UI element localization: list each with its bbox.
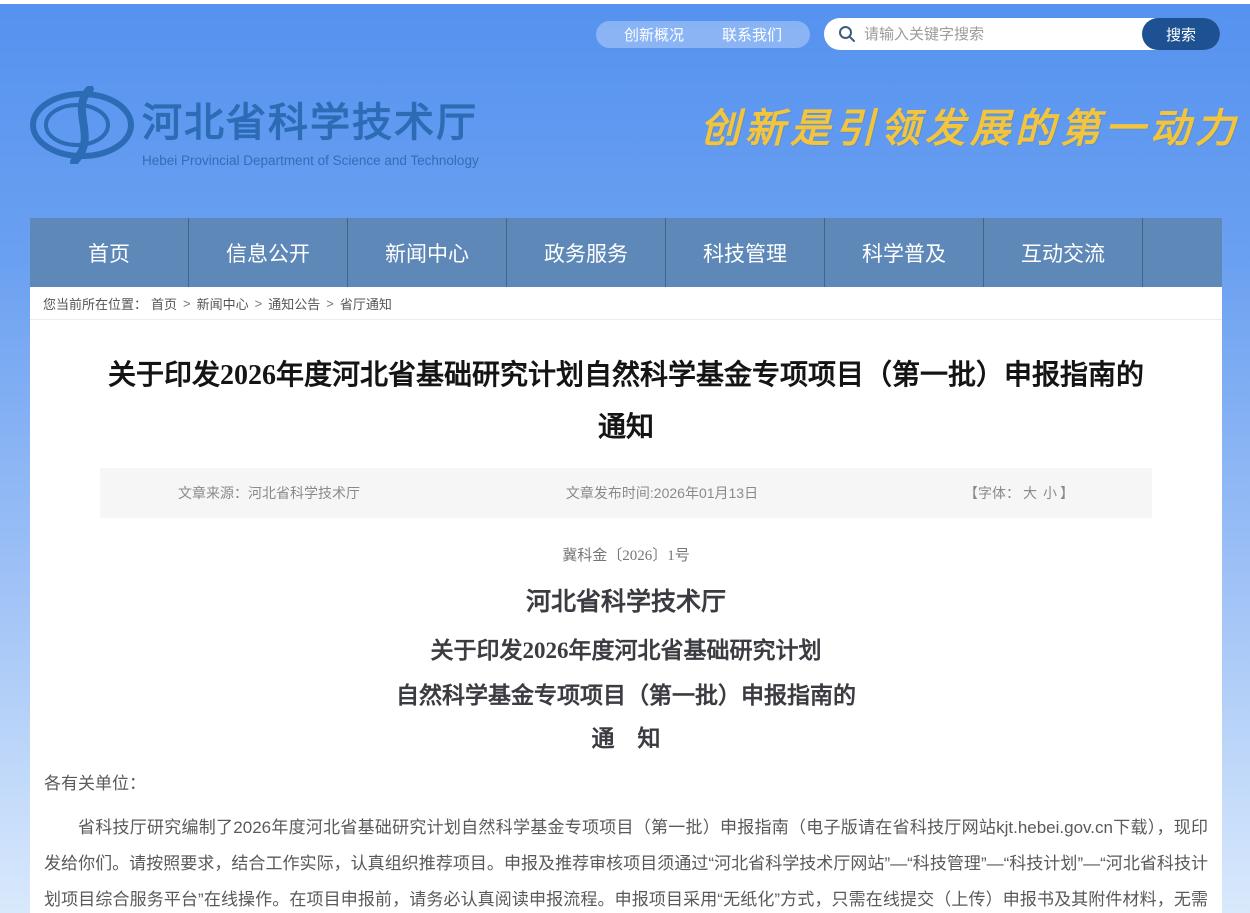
document-heading-line1: 关于印发2026年度河北省基础研究计划 — [44, 635, 1208, 666]
breadcrumb-separator: > — [255, 296, 263, 311]
search-icon — [838, 25, 856, 43]
body-paragraph: 省科技厅研究编制了2026年度河北省基础研究计划自然科学基金专项项目（第一批）申… — [44, 810, 1208, 913]
brand-text: 河北省科学技术厅 Hebei Provincial Department of … — [142, 90, 479, 168]
nav-item-scitech-management[interactable]: 科技管理 — [666, 218, 825, 287]
link-innovation-overview[interactable]: 创新概况 — [624, 24, 684, 45]
main-nav: 首页 信息公开 新闻中心 政务服务 科技管理 科学普及 互动交流 — [30, 218, 1222, 287]
breadcrumb-separator: > — [326, 296, 334, 311]
font-size-label-open: 【字体： — [964, 485, 1020, 501]
article-title: 关于印发2026年度河北省基础研究计划自然科学基金专项项目（第一批）申报指南的 … — [44, 350, 1208, 454]
document-number: 冀科金〔2026〕1号 — [44, 544, 1208, 565]
search-button[interactable]: 搜索 — [1142, 18, 1220, 50]
breadcrumb-department-notice[interactable]: 省厅通知 — [340, 294, 392, 313]
content-area: 首页 信息公开 新闻中心 政务服务 科技管理 科学普及 互动交流 您当前所在位置… — [30, 218, 1222, 913]
site-name-english: Hebei Provincial Department of Science a… — [142, 153, 479, 168]
article-meta-bar: 文章来源：河北省科学技术厅 文章发布时间:2026年01月13日 【字体：大小】 — [100, 468, 1152, 518]
topbar-quick-links: 创新概况 联系我们 — [596, 21, 810, 48]
document-heading-issuer: 河北省科学技术厅 — [44, 587, 1208, 619]
breadcrumb-notices[interactable]: 通知公告 — [268, 294, 320, 313]
article-source: 文章来源：河北省科学技术厅 — [178, 483, 360, 503]
site-name: 河北省科学技术厅 — [142, 90, 479, 148]
site-slogan: 创新是引领发展的第一动力 — [700, 96, 1240, 154]
salutation: 各有关单位： — [44, 758, 1208, 796]
nav-filler — [1143, 218, 1222, 287]
font-size-large-button[interactable]: 大 — [1023, 485, 1037, 501]
breadcrumb-prefix: 您当前所在位置： — [43, 294, 147, 313]
site-logo-icon — [30, 86, 134, 169]
nav-item-news-center[interactable]: 新闻中心 — [348, 218, 507, 287]
document-heading-line2: 自然科学基金专项项目（第一批）申报指南的 — [44, 680, 1208, 711]
font-size-widget: 【字体：大小】 — [964, 483, 1074, 503]
site-header: 创新概况 联系我们 搜索 — [0, 4, 1250, 218]
search-box: 搜索 — [824, 18, 1220, 50]
link-contact-us[interactable]: 联系我们 — [722, 24, 782, 45]
page: 创新概况 联系我们 搜索 — [0, 0, 1250, 913]
nav-item-government-services[interactable]: 政务服务 — [507, 218, 666, 287]
font-size-label-close: 】 — [1060, 485, 1074, 501]
article-title-line1: 关于印发2026年度河北省基础研究计划自然科学基金专项项目（第一批）申报指南的 — [44, 350, 1208, 402]
breadcrumb-news-center[interactable]: 新闻中心 — [197, 294, 249, 313]
nav-item-science-popularization[interactable]: 科学普及 — [825, 218, 984, 287]
article-publish-time: 文章发布时间:2026年01月13日 — [566, 483, 758, 503]
nav-item-info-disclosure[interactable]: 信息公开 — [189, 218, 348, 287]
nav-item-home[interactable]: 首页 — [30, 218, 189, 287]
breadcrumb: 您当前所在位置： 首页 > 新闻中心 > 通知公告 > 省厅通知 — [30, 287, 1222, 320]
article-title-line2: 通知 — [44, 402, 1208, 454]
nav-item-interaction[interactable]: 互动交流 — [984, 218, 1143, 287]
article: 关于印发2026年度河北省基础研究计划自然科学基金专项项目（第一批）申报指南的 … — [30, 350, 1222, 913]
font-size-small-button[interactable]: 小 — [1043, 485, 1057, 501]
document-heading-notice: 通 知 — [44, 724, 1208, 754]
breadcrumb-home[interactable]: 首页 — [151, 294, 177, 313]
breadcrumb-separator: > — [183, 296, 191, 311]
